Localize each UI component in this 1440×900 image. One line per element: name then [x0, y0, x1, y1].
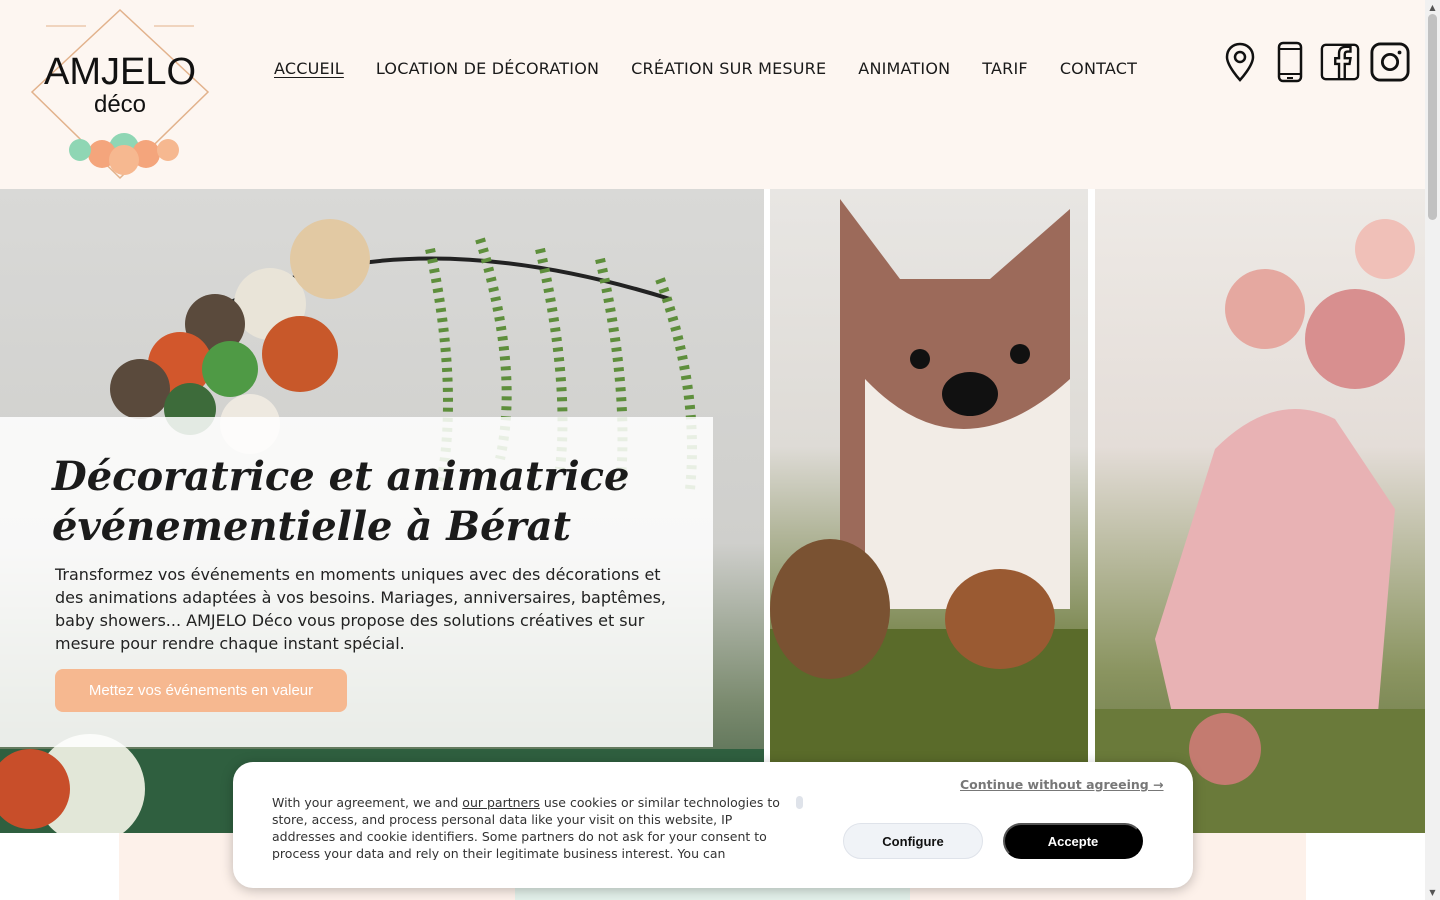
hero-title: Décoratrice et animatrice événementielle… — [52, 453, 630, 550]
hero-description: Transformez vos événements en moments un… — [55, 565, 666, 653]
location-pin-icon[interactable] — [1220, 41, 1260, 83]
hero-cta-button[interactable]: Mettez vos événements en valeur — [55, 669, 347, 712]
social-links — [1220, 41, 1410, 83]
hero-image-deer — [1095, 189, 1425, 833]
continue-without-agreeing-link[interactable]: Continue without agreeing → — [960, 777, 1164, 792]
cookie-text: With your agreement, we and our partners… — [272, 794, 797, 860]
scroll-thumb[interactable] — [1428, 14, 1437, 220]
nav-creation-sur-mesure[interactable]: CRÉATION SUR MESURE — [631, 59, 826, 78]
phone-icon[interactable] — [1270, 41, 1310, 83]
our-partners-link[interactable]: our partners — [462, 795, 540, 810]
nav-location-decoration[interactable]: LOCATION DE DÉCORATION — [376, 59, 599, 78]
cookie-text-scrollbar[interactable] — [796, 796, 803, 809]
main-nav: ACCUEIL LOCATION DE DÉCORATION CRÉATION … — [274, 59, 1137, 78]
logo-graphic: AMJELO déco — [30, 8, 210, 180]
hero-image-fox — [770, 189, 1088, 833]
accept-button[interactable]: Accepte — [1003, 823, 1143, 859]
site-logo[interactable]: AMJELO déco — [26, 8, 214, 182]
cookie-banner: Continue without agreeing → With your ag… — [233, 762, 1193, 888]
nav-contact[interactable]: CONTACT — [1060, 59, 1137, 78]
nav-animation[interactable]: ANIMATION — [858, 59, 950, 78]
site-header: AMJELO déco ACCUEIL LOCATION DE DÉCORATI… — [0, 0, 1425, 189]
configure-button[interactable]: Configure — [843, 823, 983, 859]
cookie-text-start: With your agreement, we and — [272, 795, 463, 810]
page-scrollbar[interactable]: ▲ ▼ — [1425, 0, 1440, 900]
nav-accueil[interactable]: ACCUEIL — [274, 59, 344, 78]
scroll-down-arrow-icon[interactable]: ▼ — [1428, 888, 1437, 897]
nav-tarif[interactable]: TARIF — [982, 59, 1028, 78]
scroll-up-arrow-icon[interactable]: ▲ — [1428, 3, 1437, 12]
instagram-icon[interactable] — [1370, 41, 1410, 83]
facebook-icon[interactable] — [1320, 41, 1360, 83]
logo-main-text: AMJELO — [44, 51, 196, 93]
logo-sub-text: déco — [94, 91, 146, 118]
